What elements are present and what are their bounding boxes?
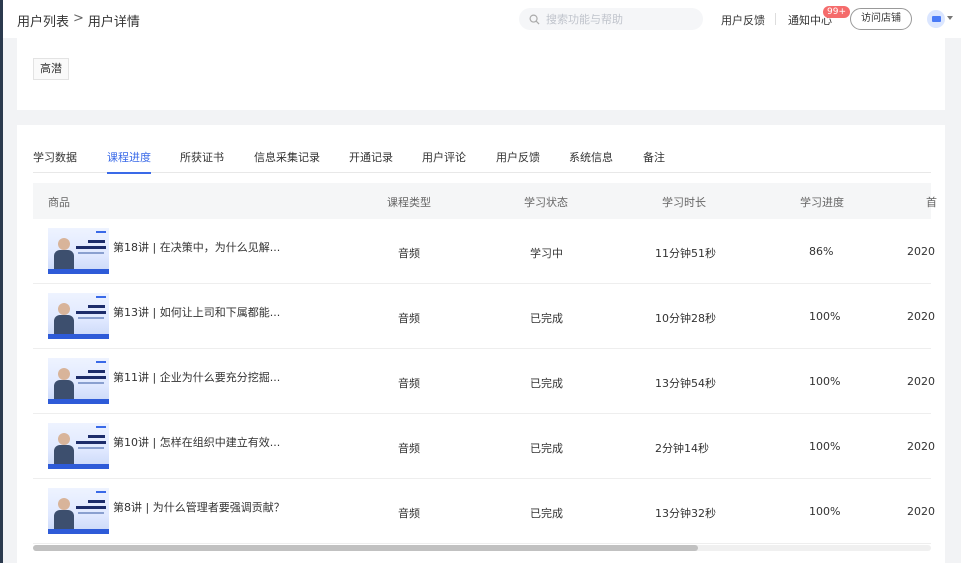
course-title[interactable]: 第18讲 | 在决策中，为什么见解... xyxy=(113,239,280,255)
profile-card: 高潜 xyxy=(17,38,945,110)
course-title[interactable]: 第8讲 | 为什么管理者要强调贡献？ xyxy=(113,499,285,515)
detail-card: 学习数据 课程进度 所获证书 信息采集记录 开通记录 用户评论 用户反馈 系统信… xyxy=(17,125,945,563)
first-study-date: 2020 xyxy=(907,505,935,518)
first-study-date: 2020 xyxy=(907,245,935,258)
tab-user-feedback[interactable]: 用户反馈 xyxy=(496,149,540,173)
tab-certificates[interactable]: 所获证书 xyxy=(180,149,224,173)
first-study-date: 2020 xyxy=(907,440,935,453)
search-icon xyxy=(529,14,540,25)
course-thumbnail[interactable] xyxy=(48,228,109,274)
top-bar: 用户列表 > 用户详情 搜索功能与帮助 用户反馈 通知中心 99+ 访问店铺 xyxy=(3,0,961,38)
user-tag: 高潜 xyxy=(33,58,69,80)
divider xyxy=(775,13,776,25)
study-duration: 10分钟28秒 xyxy=(655,312,716,325)
left-nav-edge xyxy=(0,0,3,563)
col-first-study: 首 xyxy=(926,196,937,209)
tab-bar: 学习数据 课程进度 所获证书 信息采集记录 开通记录 用户评论 用户反馈 系统信… xyxy=(33,149,931,174)
tab-activation-records[interactable]: 开通记录 xyxy=(349,149,393,173)
table-row: 第10讲 | 怎样在组织中建立有效... 音频 已完成 2分钟14秒 100% 2020 xyxy=(33,414,935,479)
feedback-link[interactable]: 用户反馈 xyxy=(721,12,765,28)
course-thumbnail[interactable] xyxy=(48,423,109,469)
study-progress: 86% xyxy=(809,245,834,258)
breadcrumb-separator: > xyxy=(73,11,84,26)
avatar[interactable] xyxy=(927,10,945,28)
table-row: 第13讲 | 如何让上司和下属都能... 音频 已完成 10分钟28秒 100% 2020 xyxy=(33,284,935,349)
breadcrumb-user-list[interactable]: 用户列表 xyxy=(17,11,69,30)
study-status: 已完成 xyxy=(530,442,563,455)
first-study-date: 2020 xyxy=(907,375,935,388)
visit-store-button[interactable]: 访问店铺 xyxy=(850,8,912,30)
study-status: 已完成 xyxy=(530,312,563,325)
scrollbar-thumb[interactable] xyxy=(33,545,698,551)
tab-course-progress[interactable]: 课程进度 xyxy=(107,149,151,174)
course-title[interactable]: 第13讲 | 如何让上司和下属都能... xyxy=(113,304,280,320)
tab-user-reviews[interactable]: 用户评论 xyxy=(422,149,466,173)
horizontal-scrollbar[interactable] xyxy=(33,545,931,551)
col-product: 商品 xyxy=(48,196,70,209)
study-status: 学习中 xyxy=(530,247,563,260)
course-title[interactable]: 第11讲 | 企业为什么要充分挖掘... xyxy=(113,369,280,385)
study-progress: 100% xyxy=(809,310,841,323)
tab-learning-data[interactable]: 学习数据 xyxy=(33,149,77,173)
col-study-progress: 学习进度 xyxy=(800,196,844,209)
course-type: 音频 xyxy=(398,507,420,520)
course-thumbnail[interactable] xyxy=(48,358,109,404)
breadcrumb-user-detail: 用户详情 xyxy=(87,15,140,30)
course-type: 音频 xyxy=(398,247,420,260)
tab-system-info[interactable]: 系统信息 xyxy=(569,149,613,173)
col-study-status: 学习状态 xyxy=(524,196,568,209)
course-type: 音频 xyxy=(398,312,420,325)
course-title[interactable]: 第10讲 | 怎样在组织中建立有效... xyxy=(113,434,280,450)
study-progress: 100% xyxy=(809,375,841,388)
course-thumbnail[interactable] xyxy=(48,488,109,534)
study-duration: 2分钟14秒 xyxy=(655,442,709,455)
search-placeholder: 搜索功能与帮助 xyxy=(546,13,623,26)
study-progress: 100% xyxy=(809,440,841,453)
course-thumbnail[interactable] xyxy=(48,293,109,339)
study-duration: 13分钟54秒 xyxy=(655,377,716,390)
store-icon xyxy=(931,16,941,22)
study-duration: 11分钟51秒 xyxy=(655,247,716,260)
study-status: 已完成 xyxy=(530,507,563,520)
table-row: 第8讲 | 为什么管理者要强调贡献？ 音频 已完成 13分钟32秒 100% 2020 xyxy=(33,479,935,544)
table-row: 第18讲 | 在决策中，为什么见解... 音频 学习中 11分钟51秒 86% 2020 xyxy=(33,219,935,284)
study-progress: 100% xyxy=(809,505,841,518)
tab-info-collection[interactable]: 信息采集记录 xyxy=(254,149,320,173)
course-type: 音频 xyxy=(398,377,420,390)
search-input[interactable]: 搜索功能与帮助 xyxy=(519,8,703,30)
first-study-date: 2020 xyxy=(907,310,935,323)
course-type: 音频 xyxy=(398,442,420,455)
col-study-duration: 学习时长 xyxy=(662,196,706,209)
notification-badge: 99+ xyxy=(823,6,850,18)
breadcrumb: 用户列表 > 用户详情 xyxy=(17,11,140,30)
table-header: 商品 课程类型 学习状态 学习时长 学习进度 首 xyxy=(33,183,937,219)
study-duration: 13分钟32秒 xyxy=(655,507,716,520)
tab-notes[interactable]: 备注 xyxy=(643,149,665,173)
table-row: 第11讲 | 企业为什么要充分挖掘... 音频 已完成 13分钟54秒 100% 2020 xyxy=(33,349,935,414)
caret-down-icon[interactable] xyxy=(947,16,953,20)
study-status: 已完成 xyxy=(530,377,563,390)
col-course-type: 课程类型 xyxy=(387,196,431,209)
